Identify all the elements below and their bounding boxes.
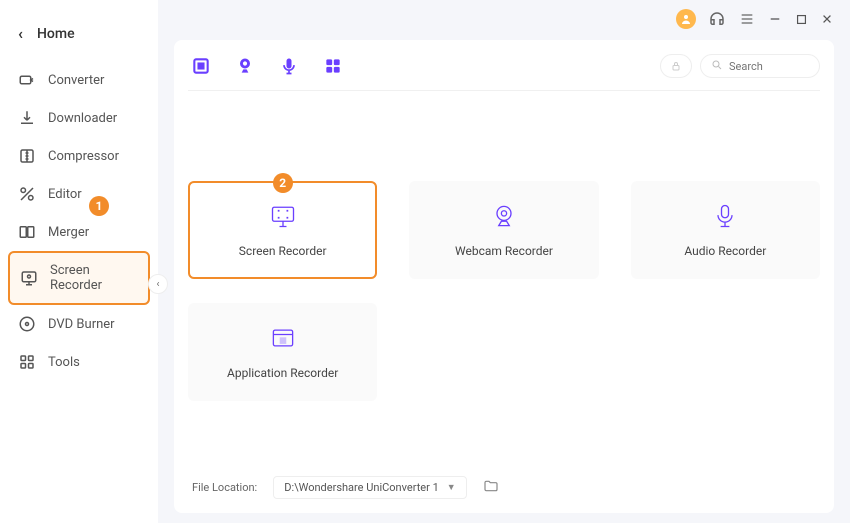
collapse-sidebar-button[interactable]: ‹	[148, 274, 168, 294]
mode-screen-icon[interactable]	[190, 55, 212, 77]
footer: File Location: D:\Wondershare UniConvert…	[188, 468, 820, 499]
card-application-recorder[interactable]: Application Recorder	[188, 303, 377, 401]
merger-icon	[18, 223, 36, 241]
toolbar	[188, 54, 820, 91]
titlebar	[158, 0, 850, 30]
sidebar-item-converter[interactable]: Converter	[8, 61, 150, 99]
sidebar-item-label: Screen Recorder	[50, 263, 138, 293]
sidebar-item-label: Compressor	[48, 149, 119, 164]
downloader-icon	[18, 109, 36, 127]
toolbar-right	[660, 54, 820, 78]
sidebar-item-downloader[interactable]: Downloader	[8, 99, 150, 137]
user-avatar[interactable]	[676, 9, 696, 29]
card-label: Application Recorder	[227, 366, 338, 380]
search-icon	[711, 59, 723, 74]
card-audio-recorder[interactable]: Audio Recorder	[631, 181, 820, 279]
sidebar-item-editor[interactable]: Editor	[8, 175, 150, 213]
sidebar-item-dvd-burner[interactable]: DVD Burner	[8, 305, 150, 343]
card-webcam-recorder[interactable]: Webcam Recorder	[409, 181, 598, 279]
sidebar-item-tools[interactable]: Tools	[8, 343, 150, 381]
window-maximize[interactable]	[794, 12, 808, 26]
sidebar-items: Converter Downloader Compressor Editor M…	[0, 61, 158, 381]
file-location-path: D:\Wondershare UniConverter 1	[284, 481, 439, 494]
search-box[interactable]	[700, 54, 820, 78]
card-label: Screen Recorder	[239, 244, 327, 258]
file-location-label: File Location:	[192, 481, 257, 494]
file-location-select[interactable]: D:\Wondershare UniConverter 1 ▼	[273, 476, 466, 499]
editor-icon	[18, 185, 36, 203]
search-input[interactable]	[729, 60, 809, 73]
sidebar-item-label: Editor	[48, 187, 82, 202]
screen-recorder-card-icon	[269, 202, 297, 230]
sidebar-item-label: Converter	[48, 73, 104, 88]
card-grid-area: 2 Screen Recorder Webcam Recorder	[188, 91, 820, 468]
card-label: Audio Recorder	[684, 244, 766, 258]
sidebar-item-label: Tools	[48, 355, 80, 370]
back-icon[interactable]: ‹	[18, 24, 23, 43]
sidebar: ‹ Home Converter Downloader Compressor	[0, 0, 158, 523]
window-close[interactable]	[820, 12, 834, 26]
mode-apps-icon[interactable]	[322, 55, 344, 77]
audio-recorder-card-icon	[711, 202, 739, 230]
card-label: Webcam Recorder	[455, 244, 553, 258]
sidebar-item-screen-recorder[interactable]: Screen Recorder	[8, 251, 150, 305]
annotation-step-2: 2	[273, 173, 293, 193]
toolbar-modes	[188, 55, 344, 77]
webcam-recorder-card-icon	[490, 202, 518, 230]
lock-toggle[interactable]	[660, 54, 692, 78]
menu-icon[interactable]	[738, 10, 756, 28]
sidebar-title: Home	[37, 26, 75, 42]
card-screen-recorder[interactable]: 2 Screen Recorder	[188, 181, 377, 279]
dvd-burner-icon	[18, 315, 36, 333]
compressor-icon	[18, 147, 36, 165]
chevron-down-icon: ▼	[447, 482, 456, 493]
sidebar-item-merger[interactable]: Merger	[8, 213, 150, 251]
sidebar-item-label: Downloader	[48, 111, 117, 126]
support-icon[interactable]	[708, 10, 726, 28]
tools-icon	[18, 353, 36, 371]
sidebar-item-label: Merger	[48, 225, 89, 240]
converter-icon	[18, 71, 36, 89]
content-panel: 2 Screen Recorder Webcam Recorder	[174, 40, 834, 513]
main-area: 2 Screen Recorder Webcam Recorder	[158, 0, 850, 523]
sidebar-item-compressor[interactable]: Compressor	[8, 137, 150, 175]
mode-audio-icon[interactable]	[278, 55, 300, 77]
application-recorder-card-icon	[269, 324, 297, 352]
sidebar-header: ‹ Home	[0, 14, 158, 61]
annotation-step-1: 1	[89, 196, 109, 216]
screen-recorder-icon	[20, 269, 38, 287]
window-minimize[interactable]	[768, 12, 782, 26]
sidebar-item-label: DVD Burner	[48, 317, 115, 332]
open-folder-button[interactable]	[483, 478, 499, 498]
mode-webcam-icon[interactable]	[234, 55, 256, 77]
